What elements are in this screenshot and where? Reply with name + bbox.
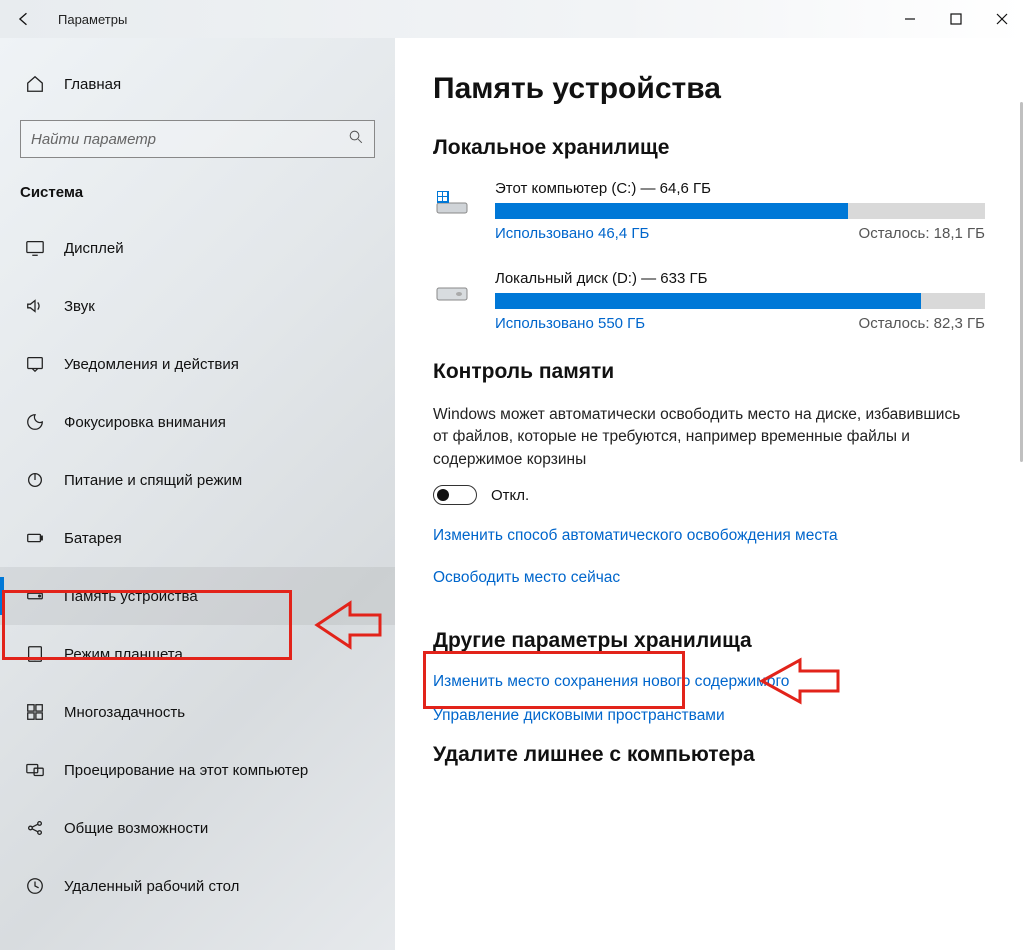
drive-row[interactable]: Локальный диск (D:) — 633 ГБ Использовано… <box>433 270 987 332</box>
battery-icon <box>24 528 46 548</box>
drive-name: Локальный диск (D:) — 633 ГБ <box>495 270 987 287</box>
other-storage-heading: Другие параметры хранилища <box>433 629 987 653</box>
maximize-button[interactable] <box>933 0 979 38</box>
sidebar-category: Система <box>0 180 395 219</box>
sidebar-item-multitask[interactable]: Многозадачность <box>0 683 395 741</box>
sidebar-item-sound[interactable]: Звук <box>0 277 395 335</box>
main-content: Память устройства Локальное хранилище Эт… <box>395 38 1025 950</box>
focus-icon <box>24 412 46 432</box>
home-icon <box>24 74 46 94</box>
project-icon <box>24 760 46 780</box>
used-label: Использовано 46,4 ГБ <box>495 225 649 242</box>
drive-name: Этот компьютер (C:) — 64,6 ГБ <box>495 180 987 197</box>
tablet-icon <box>24 644 46 664</box>
display-icon <box>24 238 46 258</box>
sidebar-item-remote[interactable]: Удаленный рабочий стол <box>0 857 395 915</box>
sidebar-item-battery[interactable]: Батарея <box>0 509 395 567</box>
home-link[interactable]: Главная <box>0 66 395 114</box>
free-label: Осталось: 82,3 ГБ <box>859 315 985 332</box>
sidebar-item-label: Общие возможности <box>64 820 208 837</box>
used-label: Использовано 550 ГБ <box>495 315 645 332</box>
storage-bar <box>495 293 985 309</box>
sidebar-item-label: Режим планшета <box>64 646 183 663</box>
sidebar-item-label: Память устройства <box>64 588 198 605</box>
page-title: Память устройства <box>433 72 987 106</box>
sidebar-item-label: Фокусировка внимания <box>64 414 226 431</box>
sidebar-item-display[interactable]: Дисплей <box>0 219 395 277</box>
link-manage-storage-spaces[interactable]: Управление дисковыми пространствами <box>433 707 987 725</box>
storage-sense-heading: Контроль памяти <box>433 360 987 384</box>
window-title: Параметры <box>48 12 127 27</box>
multitask-icon <box>24 702 46 722</box>
sidebar-item-storage[interactable]: Память устройства <box>0 567 395 625</box>
power-icon <box>24 470 46 490</box>
delete-unneeded-heading: Удалите лишнее с компьютера <box>433 743 987 767</box>
storage-sense-toggle[interactable] <box>433 485 477 505</box>
sidebar-item-project[interactable]: Проецирование на этот компьютер <box>0 741 395 799</box>
sidebar-item-label: Звук <box>64 298 95 315</box>
close-button[interactable] <box>979 0 1025 38</box>
sidebar-item-label: Проецирование на этот компьютер <box>64 762 308 779</box>
local-storage-heading: Локальное хранилище <box>433 136 987 160</box>
link-change-auto-free[interactable]: Изменить способ автоматического освобожд… <box>433 527 987 545</box>
sidebar-item-power[interactable]: Питание и спящий режим <box>0 451 395 509</box>
search-input[interactable] <box>31 131 348 148</box>
hdd-drive-icon <box>433 274 471 312</box>
home-label: Главная <box>64 76 121 93</box>
storage-bar <box>495 203 985 219</box>
search-box[interactable] <box>20 120 375 158</box>
free-label: Осталось: 18,1 ГБ <box>859 225 985 242</box>
minimize-button[interactable] <box>887 0 933 38</box>
sidebar-item-notifications[interactable]: Уведомления и действия <box>0 335 395 393</box>
sidebar-item-label: Уведомления и действия <box>64 356 239 373</box>
sidebar-item-label: Дисплей <box>64 240 124 257</box>
storage-sense-description: Windows может автоматически освободить м… <box>433 404 973 471</box>
sidebar-item-shared[interactable]: Общие возможности <box>0 799 395 857</box>
system-drive-icon <box>433 184 471 222</box>
sidebar-item-label: Удаленный рабочий стол <box>64 878 239 895</box>
shared-icon <box>24 818 46 838</box>
storage-icon <box>24 586 46 606</box>
link-change-save-location[interactable]: Изменить место сохранения нового содержи… <box>433 673 987 691</box>
toggle-state-label: Откл. <box>491 487 529 504</box>
search-icon <box>348 129 364 150</box>
sidebar: Главная Система Дисплей Звук Уведомления и… <box>0 38 395 950</box>
sidebar-item-focus[interactable]: Фокусировка внимания <box>0 393 395 451</box>
link-free-space-now[interactable]: Освободить место сейчас <box>433 569 620 587</box>
scrollbar-thumb[interactable] <box>1020 102 1023 462</box>
sound-icon <box>24 296 46 316</box>
sidebar-item-label: Батарея <box>64 530 122 547</box>
sidebar-item-label: Питание и спящий режим <box>64 472 242 489</box>
sidebar-item-label: Многозадачность <box>64 704 185 721</box>
titlebar: Параметры <box>0 0 1025 38</box>
drive-row[interactable]: Этот компьютер (C:) — 64,6 ГБ Использован… <box>433 180 987 242</box>
notifications-icon <box>24 354 46 374</box>
back-button[interactable] <box>0 0 48 38</box>
sidebar-item-tablet[interactable]: Режим планшета <box>0 625 395 683</box>
remote-icon <box>24 876 46 896</box>
